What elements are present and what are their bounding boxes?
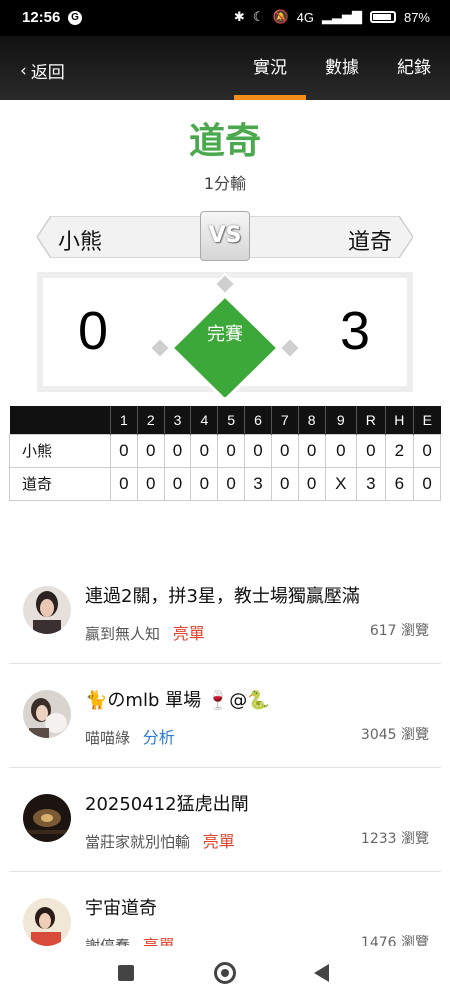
status-bar: 12:56 G ✱ ☾ 🔕 4G ▂▃▅▇ 87% (0, 0, 450, 36)
score-cell: 0 (297, 466, 326, 501)
score-cell: 0 (356, 433, 386, 468)
inning-header: 8 (297, 406, 325, 434)
post-list: 連過2關，拼3星，教士場獨贏壓滿 贏到無人知 亮單 617 瀏覽 🐈のmlb 單… (0, 560, 450, 976)
linescore-table: 1 2 3 4 5 6 7 8 9 R H E 小熊 0 0 0 0 0 0 0… (9, 406, 441, 501)
back-button[interactable]: ‹ 返回 (20, 58, 65, 84)
inning-header: 9 (324, 406, 357, 434)
score-cell: 0 (217, 466, 246, 501)
status-time: 12:56 (22, 9, 61, 26)
table-row: 道奇 0 0 0 0 0 3 0 0 X 3 6 0 (9, 466, 441, 501)
post-views: 3045 瀏覽 (360, 727, 429, 743)
post-views: 1233 瀏覽 (360, 831, 429, 847)
tab-stats[interactable]: 數據 (306, 36, 378, 100)
team-cell: 道奇 (9, 466, 111, 501)
post-author-line: 贏到無人知 亮單 (85, 620, 205, 644)
signal-icon: ▂▃▅▇ (321, 9, 362, 24)
away-team-name: 小熊 (58, 230, 103, 255)
score-cell: 0 (190, 466, 219, 501)
score-cell: 2 (384, 433, 415, 468)
post-title: 宇宙道奇 (85, 898, 157, 919)
score-cell: 0 (110, 466, 138, 501)
list-item[interactable]: 20250412猛虎出閘 當莊家就別怕輸 亮單 1233 瀏覽 (9, 768, 441, 872)
status-icons: ✱ ☾ 🔕 4G ▂▃▅▇ 87% (234, 9, 430, 25)
inning-header: 6 (244, 406, 272, 434)
winner-team: 道奇 (188, 121, 261, 162)
avatar[interactable] (23, 794, 71, 842)
list-item[interactable]: 連過2關，拼3星，教士場獨贏壓滿 贏到無人知 亮單 617 瀏覽 (9, 560, 441, 664)
post-author-line: 喵喵綠 分析 (85, 724, 175, 748)
score-cell: 0 (163, 466, 192, 501)
post-tag: 分析 (142, 728, 175, 747)
vs-badge: VS (200, 211, 250, 261)
score-cell: 0 (413, 433, 441, 468)
post-tag: 亮單 (172, 624, 205, 643)
inning-header: 4 (190, 406, 218, 434)
score-cell: 0 (324, 433, 358, 468)
back-triangle-icon[interactable] (314, 964, 329, 982)
inning-header: 7 (270, 406, 299, 434)
post-title: 20250412猛虎出閘 (85, 794, 249, 815)
score-cell: 0 (190, 433, 219, 468)
avatar[interactable] (23, 898, 71, 946)
inning-header: 1 (110, 406, 138, 434)
inning-header: 3 (163, 406, 191, 434)
system-nav-bar (0, 946, 450, 1000)
score-cell: 3 (356, 466, 386, 501)
score-cell: 0 (110, 433, 138, 468)
tab-live[interactable]: 實況 (234, 36, 306, 100)
score-cell: 0 (270, 466, 299, 501)
post-author-line: 當莊家就別怕輸 亮單 (85, 828, 235, 852)
home-score: 3 (340, 301, 371, 361)
score-cell: 0 (244, 433, 272, 468)
score-cell: X (324, 466, 358, 501)
post-tag: 亮單 (202, 832, 235, 851)
score-cell: 6 (384, 466, 415, 501)
errors-header: E (413, 406, 441, 434)
team-cell: 小熊 (9, 433, 111, 468)
battery-icon (369, 11, 396, 23)
runs-header: R (356, 406, 386, 434)
avatar[interactable] (23, 690, 71, 738)
network-label: 4G (296, 9, 314, 25)
score-cell: 0 (163, 433, 192, 468)
table-row: 小熊 0 0 0 0 0 0 0 0 0 0 2 0 (9, 433, 441, 468)
game-status: 完賽 (207, 324, 243, 345)
tab-records[interactable]: 紀錄 (378, 36, 450, 100)
team-column-header (9, 406, 111, 434)
score-cell: 0 (270, 433, 299, 468)
home-team-name: 道奇 (347, 230, 392, 255)
hits-header: H (384, 406, 414, 434)
chevron-left-icon: ‹ (20, 60, 27, 81)
post-author: 贏到無人知 (85, 625, 161, 643)
post-author: 喵喵綠 (85, 729, 131, 747)
tab-bar: 實況 數據 紀錄 (234, 36, 450, 100)
list-item[interactable]: 🐈のmlb 單場 🍷@🐍 喵喵綠 分析 3045 瀏覽 (9, 664, 441, 768)
score-cell: 0 (413, 466, 441, 501)
top-nav: ‹ 返回 實況 數據 紀錄 (0, 36, 450, 100)
away-score: 0 (78, 301, 109, 361)
linescore-header: 1 2 3 4 5 6 7 8 9 R H E (9, 406, 441, 434)
back-label: 返回 (30, 63, 65, 83)
bluetooth-icon: ✱ (233, 9, 245, 24)
inning-header: 5 (217, 406, 245, 434)
avatar[interactable] (23, 586, 71, 634)
score-cell: 0 (217, 433, 246, 468)
score-cell: 0 (297, 433, 326, 468)
inning-header: 2 (136, 406, 165, 434)
score-cell: 0 (136, 466, 165, 501)
post-title: 🐈のmlb 單場 🍷@🐍 (85, 690, 270, 711)
post-title: 連過2關，拼3星，教士場獨贏壓滿 (85, 586, 360, 607)
google-icon: G (68, 11, 82, 25)
post-author: 當莊家就別怕輸 (85, 833, 191, 851)
post-views: 617 瀏覽 (369, 623, 429, 639)
score-cell: 0 (136, 433, 165, 468)
mute-icon: 🔕 (272, 9, 289, 24)
battery-level: 87% (403, 9, 430, 25)
moon-icon: ☾ (252, 9, 265, 24)
score-cell: 3 (244, 466, 272, 501)
home-icon[interactable] (214, 962, 236, 984)
recent-apps-icon[interactable] (118, 965, 134, 981)
game-result: 1分輸 (203, 174, 247, 193)
